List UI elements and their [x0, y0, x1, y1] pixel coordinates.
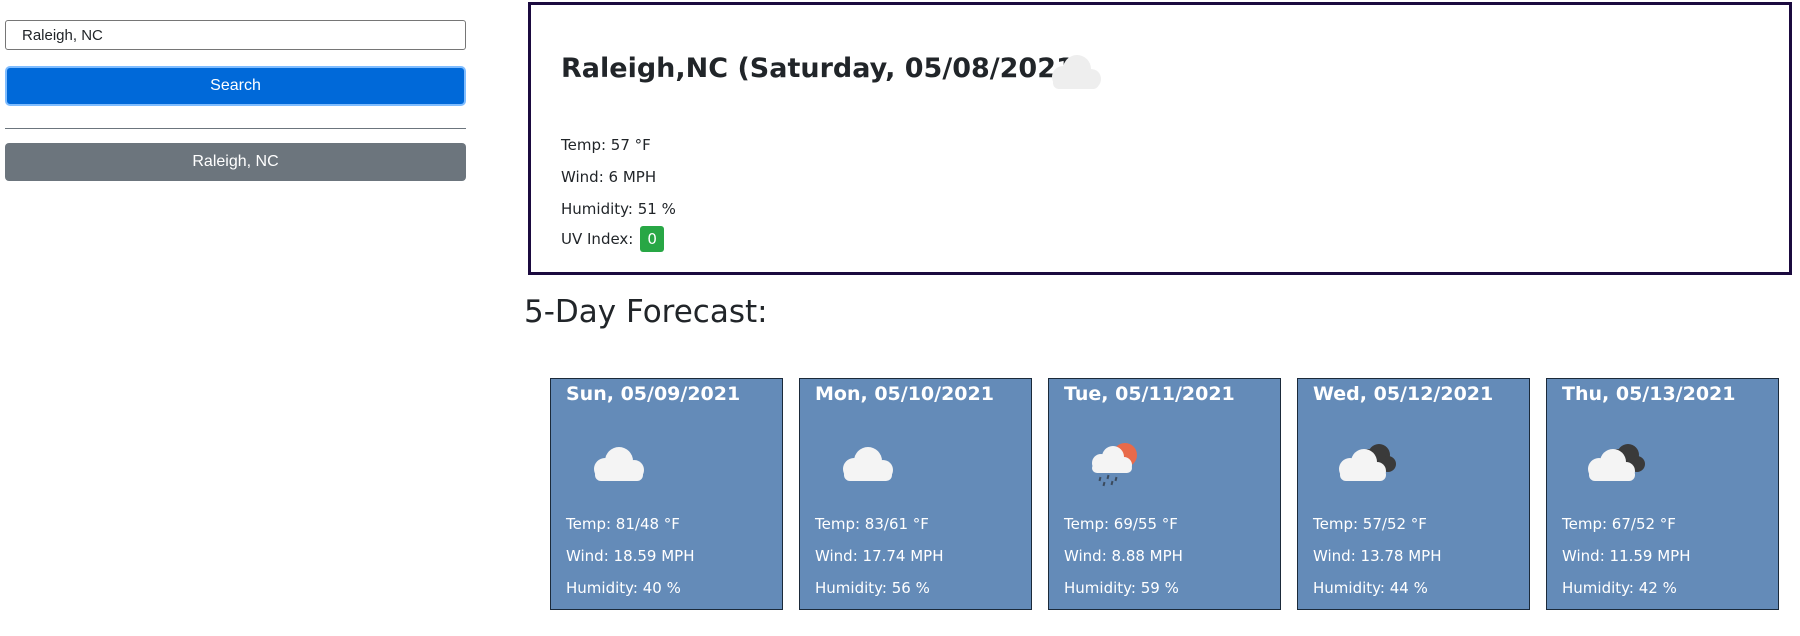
sidebar-divider [5, 128, 466, 129]
forecast-date: Mon, 05/10/2021 [815, 383, 994, 405]
current-weather-panel: Raleigh,NC (Saturday, 05/08/2021) Temp: … [528, 2, 1792, 275]
forecast-date: Sun, 05/09/2021 [566, 383, 741, 405]
forecast-temp: Temp: 69/55 °F [1064, 515, 1178, 533]
broken-clouds-icon [1588, 444, 1645, 481]
history-button-raleigh[interactable]: Raleigh, NC [5, 143, 466, 181]
forecast-temp: Temp: 67/52 °F [1562, 515, 1676, 533]
forecast-humidity: Humidity: 44 % [1313, 579, 1428, 597]
cloud-icon [843, 447, 893, 481]
forecast-date: Thu, 05/13/2021 [1562, 383, 1736, 405]
forecast-temp: Temp: 57/52 °F [1313, 515, 1427, 533]
forecast-date: Tue, 05/11/2021 [1064, 383, 1235, 405]
uv-index-badge: 0 [640, 226, 665, 252]
current-uv: UV Index: 0 [561, 226, 665, 252]
forecast-temp: Temp: 81/48 °F [566, 515, 680, 533]
cloud-icon [594, 447, 644, 481]
rain-sun-icon [1092, 443, 1137, 487]
forecast-wind: Wind: 8.88 MPH [1064, 547, 1183, 565]
current-wind: Wind: 6 MPH [561, 168, 657, 186]
forecast-temp: Temp: 83/61 °F [815, 515, 929, 533]
search-button[interactable]: Search [5, 66, 466, 106]
broken-clouds-icon [1339, 444, 1396, 481]
current-temp: Temp: 57 °F [561, 136, 651, 154]
sidebar: Search Raleigh, NC [5, 20, 466, 181]
forecast-humidity: Humidity: 59 % [1064, 579, 1179, 597]
city-search-input[interactable] [5, 20, 466, 50]
forecast-wind: Wind: 13.78 MPH [1313, 547, 1442, 565]
forecast-card: Tue, 05/11/2021 Temp: 69/55 °F Wind: 8.8… [1048, 378, 1281, 610]
forecast-card: Mon, 05/10/2021 Temp: 83/61 °F Wind: 17.… [799, 378, 1032, 610]
forecast-wind: Wind: 11.59 MPH [1562, 547, 1691, 565]
forecast-humidity: Humidity: 56 % [815, 579, 930, 597]
forecast-card: Wed, 05/12/2021 Temp: 57/52 °F Wind: 13.… [1297, 378, 1530, 610]
forecast-date: Wed, 05/12/2021 [1313, 383, 1494, 405]
current-humidity: Humidity: 51 % [561, 200, 676, 218]
uv-index-label: UV Index: [561, 230, 634, 248]
forecast-heading: 5-Day Forecast: [524, 294, 768, 330]
current-city-title: Raleigh,NC (Saturday, 05/08/2021) [561, 53, 1088, 84]
forecast-humidity: Humidity: 42 % [1562, 579, 1677, 597]
forecast-wind: Wind: 17.74 MPH [815, 547, 944, 565]
forecast-card: Thu, 05/13/2021 Temp: 67/52 °F Wind: 11.… [1546, 378, 1779, 610]
forecast-humidity: Humidity: 40 % [566, 579, 681, 597]
forecast-wind: Wind: 18.59 MPH [566, 547, 695, 565]
forecast-card: Sun, 05/09/2021 Temp: 81/48 °F Wind: 18.… [550, 378, 783, 610]
cloud-icon [1052, 55, 1101, 89]
